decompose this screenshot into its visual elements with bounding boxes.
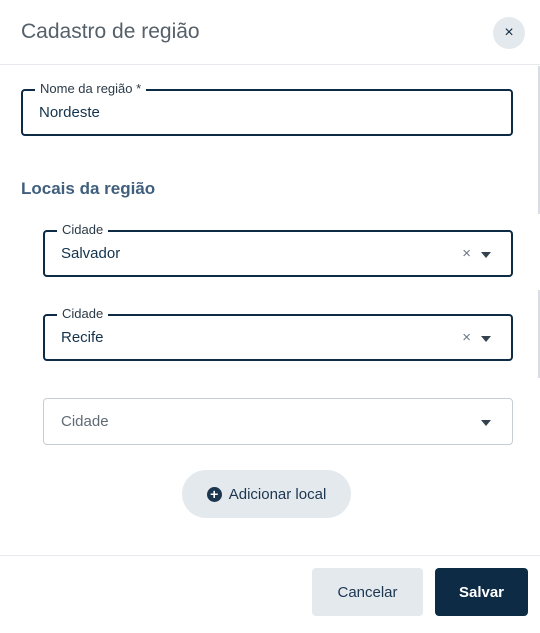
city-select-2[interactable]: Cidade Recife × (43, 305, 513, 361)
chevron-down-icon[interactable] (481, 420, 491, 426)
close-button[interactable]: × (493, 17, 525, 49)
city-select-empty[interactable]: Cidade (43, 398, 513, 445)
dialog-title: Cadastro de região (21, 20, 200, 43)
city-label: Cidade (57, 305, 109, 323)
city-placeholder: Cidade (61, 413, 109, 430)
dialog-header: Cadastro de região × (0, 0, 540, 65)
clear-icon[interactable]: × (462, 245, 471, 262)
city-value[interactable]: Salvador (61, 244, 120, 264)
region-name-field[interactable]: Nome da região * Nordeste (21, 80, 513, 136)
add-location-button[interactable]: + Adicionar local (182, 470, 351, 518)
chevron-down-icon[interactable] (481, 252, 491, 258)
region-name-value[interactable]: Nordeste (39, 103, 100, 123)
clear-icon[interactable]: × (462, 329, 471, 346)
city-select-1[interactable]: Cidade Salvador × (43, 221, 513, 277)
region-name-label: Nome da região * (35, 80, 147, 98)
add-location-label: Adicionar local (228, 485, 327, 503)
cancel-button[interactable]: Cancelar (312, 568, 423, 616)
locations-section-title: Locais da região (21, 179, 156, 198)
city-value[interactable]: Recife (61, 328, 104, 348)
city-label: Cidade (57, 221, 109, 239)
chevron-down-icon[interactable] (481, 336, 491, 342)
close-icon[interactable]: × (504, 24, 513, 42)
save-button[interactable]: Salvar (435, 568, 528, 616)
plus-circle-icon: + (206, 486, 222, 502)
